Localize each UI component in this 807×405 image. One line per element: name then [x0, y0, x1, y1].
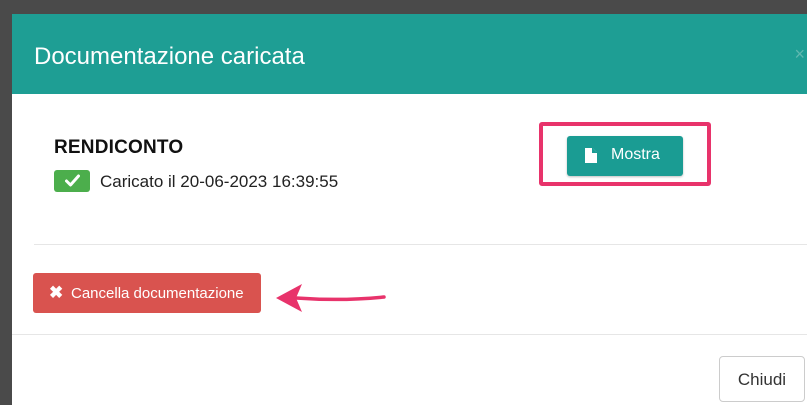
footer-divider — [12, 334, 807, 335]
annotation-arrow — [276, 284, 386, 312]
backdrop-top — [0, 0, 807, 14]
close-icon[interactable]: × — [794, 44, 805, 64]
delete-documentation-label: Cancella documentazione — [71, 285, 244, 302]
close-button[interactable]: Chiudi — [719, 356, 805, 402]
close-button-label: Chiudi — [737, 370, 787, 389]
backdrop-left — [0, 0, 12, 405]
modal-header: Documentazione caricata × — [12, 14, 807, 94]
check-icon — [54, 170, 90, 192]
section-divider — [34, 244, 807, 245]
documentation-modal: Documentazione caricata × RENDICONTO Car… — [12, 14, 807, 405]
show-document-button[interactable]: Mostra — [567, 136, 683, 176]
delete-documentation-button[interactable]: ✖ Cancella documentazione — [33, 273, 261, 313]
document-name: RENDICONTO — [54, 137, 184, 158]
times-icon: ✖ — [49, 283, 64, 302]
show-document-label: Mostra — [611, 146, 660, 163]
modal-title: Documentazione caricata — [34, 43, 305, 70]
file-icon — [585, 148, 597, 166]
upload-status-text: Caricato il 20-06-2023 16:39:55 — [100, 172, 339, 191]
